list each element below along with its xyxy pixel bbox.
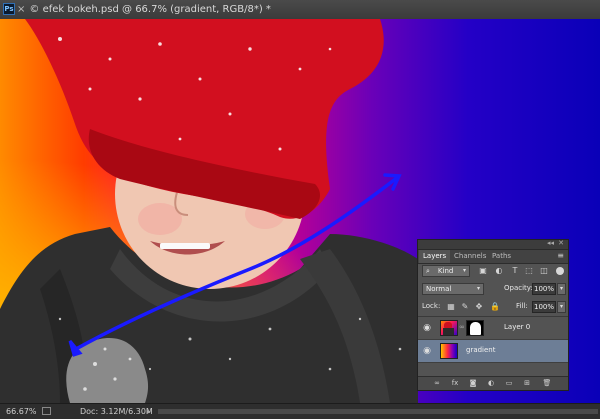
pixel-filter-icon[interactable]: ▣ (478, 266, 488, 276)
smart-object-filter-icon[interactable]: ◫ (539, 266, 549, 276)
new-layer-icon[interactable]: ⊞ (522, 379, 532, 388)
new-group-icon[interactable]: ▭ (504, 379, 514, 388)
blend-opacity-row: Normal ▾ Opacity: 100% ▾ (418, 281, 568, 297)
tab-paths[interactable]: Paths (488, 250, 515, 263)
filter-kind-select[interactable]: ⌕ Kind ▾ (422, 265, 470, 277)
collapse-panel-icon[interactable]: ◂◂ (547, 239, 554, 247)
document-tab-bar: Ps × © efek bokeh.psd @ 66.7% (gradient, … (0, 0, 600, 20)
panel-titlebar[interactable]: ◂◂ ✕ (418, 239, 568, 250)
filter-kind-label: Kind (437, 267, 454, 275)
document-tab[interactable]: × © efek bokeh.psd @ 66.7% (gradient, RGB… (17, 0, 271, 19)
layer-name: Layer 0 (504, 323, 531, 331)
layer-style-fx-icon[interactable]: fx (450, 379, 460, 388)
tab-close-icon[interactable]: × (17, 4, 25, 15)
panel-menu-icon[interactable]: ≡ (557, 251, 564, 260)
zoom-level[interactable]: 66.67% (6, 404, 37, 419)
lock-image-pixels-icon[interactable]: ✎ (460, 302, 470, 312)
fill-label: Fill: (516, 302, 528, 310)
visibility-eye-icon[interactable]: ◉ (422, 346, 432, 356)
status-menu-icon[interactable] (42, 407, 51, 415)
filter-toggle-icon[interactable] (556, 267, 564, 275)
opacity-input[interactable]: 100% (532, 283, 556, 295)
status-bar: 66.67% Doc: 3.12M/6.30M ▸ (0, 403, 600, 419)
photoshop-logo-icon: Ps (3, 3, 15, 15)
layers-panel: ◂◂ ✕ Layers Channels Paths ≡ ⌕ Kind ▾ ▣ ◐… (417, 239, 569, 391)
chevron-down-icon: ▾ (476, 285, 480, 292)
chevron-down-icon: ▾ (462, 267, 466, 274)
fill-dropdown-icon[interactable]: ▾ (557, 301, 566, 313)
mask-link-icon[interactable]: ∞ (459, 323, 465, 331)
document-size: Doc: 3.12M/6.30M (80, 407, 153, 416)
visibility-eye-icon[interactable]: ◉ (422, 323, 432, 333)
layers-panel-footer: ∞ fx ◙ ◐ ▭ ⊞ 🗑 (418, 376, 568, 390)
delete-layer-icon[interactable]: 🗑 (542, 379, 552, 388)
lock-position-icon[interactable]: ✥ (474, 302, 484, 312)
adjustment-layer-icon[interactable]: ◐ (486, 379, 496, 388)
layer-thumbnail (440, 343, 458, 359)
layer-mask-thumbnail[interactable] (466, 320, 484, 336)
status-info-arrow-icon[interactable]: ▸ (147, 404, 151, 419)
tab-channels[interactable]: Channels (450, 250, 490, 263)
horizontal-scrollbar[interactable] (158, 409, 598, 414)
adjustment-filter-icon[interactable]: ◐ (494, 266, 504, 276)
lock-label: Lock: (422, 302, 441, 310)
lock-transparent-pixels-icon[interactable]: ▦ (446, 302, 456, 312)
panel-tabs: Layers Channels Paths ≡ (418, 250, 568, 264)
link-layers-icon[interactable]: ∞ (432, 379, 442, 388)
close-panel-icon[interactable]: ✕ (558, 239, 564, 247)
tab-layers[interactable]: Layers (419, 250, 451, 263)
lock-all-icon[interactable]: 🔒 (490, 302, 500, 312)
add-mask-icon[interactable]: ◙ (468, 379, 478, 388)
search-icon: ⌕ (426, 267, 430, 275)
blend-mode-value: Normal (426, 285, 452, 293)
layer-thumbnail (440, 320, 458, 336)
lock-fill-row: Lock: ▦ ✎ ✥ 🔒 Fill: 100% ▾ (418, 299, 568, 315)
shape-filter-icon[interactable]: ⬚ (524, 266, 534, 276)
type-filter-icon[interactable]: T (510, 266, 520, 276)
layer-name: gradient (466, 346, 496, 354)
opacity-dropdown-icon[interactable]: ▾ (557, 283, 566, 295)
layers-list: ◉ ∞ Layer 0 ◉ gradient (418, 316, 568, 365)
layer-row-gradient[interactable]: ◉ gradient (418, 340, 568, 363)
blend-mode-select[interactable]: Normal ▾ (422, 283, 484, 295)
document-title: © efek bokeh.psd @ 66.7% (gradient, RGB/… (29, 4, 271, 15)
layer-filter-row: ⌕ Kind ▾ ▣ ◐ T ⬚ ◫ (418, 263, 568, 279)
opacity-label: Opacity: (504, 284, 533, 292)
fill-input[interactable]: 100% (532, 301, 556, 313)
layer-row-layer-0[interactable]: ◉ ∞ Layer 0 (418, 317, 568, 340)
